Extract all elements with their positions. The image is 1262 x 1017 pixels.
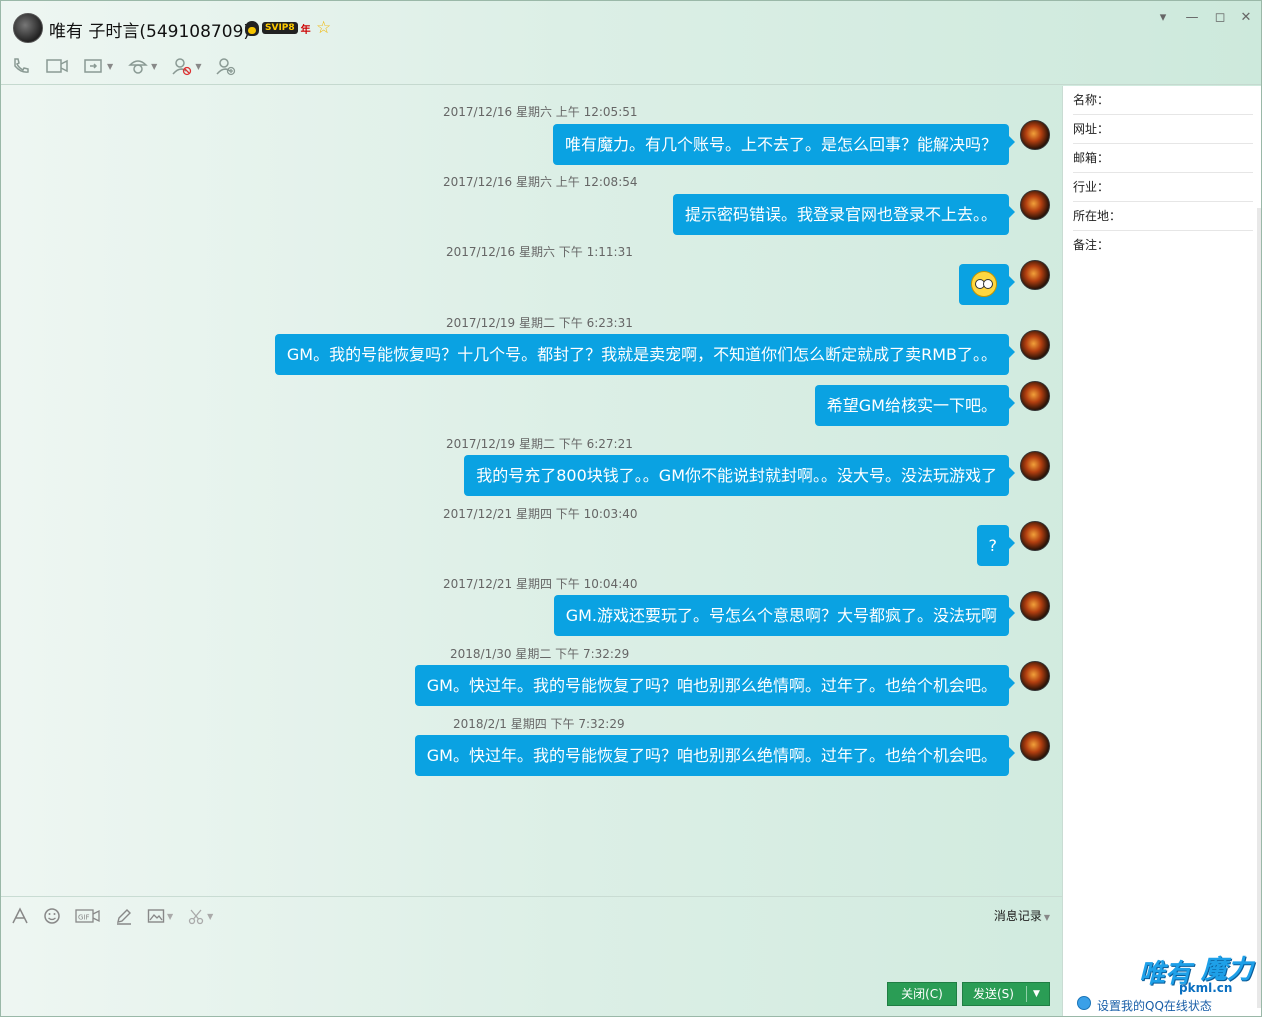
message-bubble[interactable] [959, 264, 1015, 305]
profile-field-name: 名称： [1073, 86, 1253, 115]
svg-text:GIF: GIF [78, 914, 90, 922]
message-bubble[interactable]: ? [976, 525, 1015, 566]
my-avatar[interactable] [1020, 190, 1050, 220]
profile-field-email: 邮箱： [1073, 144, 1253, 173]
message-bubble[interactable]: GM。快过年。我的号能恢复了吗？咱也别那么绝情啊。过年了。也给个机会吧。 [414, 735, 1016, 776]
message-input-area[interactable]: GIF ▼ ▼ 消息记录 ▼ 关闭(C) 发送(S) ▼ [1, 896, 1062, 1016]
logo-url: pkml.cn [1179, 981, 1233, 995]
star-icon[interactable]: ☆ [316, 18, 331, 38]
status-icon [1077, 996, 1091, 1010]
online-status-link[interactable]: 设置我的QQ在线状态 [1097, 997, 1212, 1014]
my-avatar[interactable] [1020, 330, 1050, 360]
message-timestamp: 2017/12/16 星期六 上午 12:05:51 [443, 105, 638, 119]
message-bubble[interactable]: GM.游戏还要玩了。号怎么个意思啊？大号都疯了。没法玩啊 [553, 595, 1016, 636]
message-timestamp: 2017/12/19 星期二 下午 6:27:21 [446, 437, 633, 451]
message-timestamp: 2017/12/21 星期四 下午 10:03:40 [443, 507, 638, 521]
watermark-logo: 唯有 魔力 pkml.cn [1139, 941, 1261, 1001]
title-bar: 唯有 子时言(549108709) SVIP8 年 ☆ ▾ — ◻ ✕ ▼ ▼ [1, 1, 1261, 85]
close-button[interactable]: 关闭(C) [887, 982, 957, 1006]
message-history-label: 消息记录 [993, 909, 1042, 923]
message-row [850, 260, 1050, 306]
input-toolbar: GIF ▼ ▼ [11, 905, 227, 927]
emoji-icon[interactable] [43, 907, 61, 925]
divider [1026, 986, 1027, 1002]
share-screen-icon[interactable]: ▼ [83, 55, 113, 77]
my-avatar[interactable] [1020, 521, 1050, 551]
video-icon[interactable] [45, 55, 69, 77]
message-row: GM。快过年。我的号能恢复了吗？咱也别那么绝情啊。过年了。也给个机会吧。 [350, 661, 1050, 707]
send-options-icon[interactable]: ▼ [1033, 983, 1040, 1005]
screenshot-icon[interactable]: ▼ [187, 907, 213, 925]
profile-field-industry: 行业： [1073, 173, 1253, 202]
message-timestamp: 2018/2/1 星期四 下午 7:32:29 [453, 717, 625, 731]
contact-name[interactable]: 唯有 子时言(549108709) [49, 17, 250, 42]
profile-field-website: 网址： [1073, 115, 1253, 144]
penguin-icon [245, 20, 259, 36]
message-timestamp: 2017/12/16 星期六 上午 12:08:54 [443, 175, 638, 189]
my-avatar[interactable] [1020, 120, 1050, 150]
my-avatar[interactable] [1020, 731, 1050, 761]
gif-icon[interactable]: GIF [75, 907, 101, 925]
message-bubble[interactable]: GM。我的号能恢复吗？十几个号。都封了？我就是卖宠啊，不知道你们怎么断定就成了卖… [274, 334, 1016, 375]
vip-badge[interactable]: SVIP8 年 [245, 20, 311, 36]
message-bubble[interactable]: 希望GM给核实一下吧。 [814, 385, 1016, 426]
message-timestamp: 2018/1/30 星期二 下午 7:32:29 [450, 647, 630, 661]
remote-assist-icon[interactable]: ▼ [127, 55, 157, 77]
my-avatar[interactable] [1020, 381, 1050, 411]
profile-field-notes: 备注： [1073, 238, 1110, 252]
message-timestamp: 2017/12/16 星期六 下午 1:11:31 [446, 245, 633, 259]
message-row: 希望GM给核实一下吧。 [650, 381, 1050, 427]
message-bubble[interactable]: 唯有魔力。有几个账号。上不去了。是怎么回事？能解决吗？ [552, 124, 1016, 165]
phone-icon[interactable] [11, 55, 31, 77]
message-row: GM.游戏还要玩了。号怎么个意思啊？大号都疯了。没法玩啊 [450, 591, 1050, 637]
chat-window: 唯有 子时言(549108709) SVIP8 年 ☆ ▾ — ◻ ✕ ▼ ▼ [0, 0, 1262, 1017]
message-row: GM。快过年。我的号能恢复了吗？咱也别那么绝情啊。过年了。也给个机会吧。 [350, 731, 1050, 777]
chat-toolbar: ▼ ▼ ▼ [11, 55, 251, 77]
send-button[interactable]: 发送(S) ▼ [962, 982, 1050, 1006]
message-list[interactable]: 2017/12/16 星期六 上午 12:05:51 唯有魔力。有几个账号。上不… [1, 86, 1062, 896]
message-bubble[interactable]: 提示密码错误。我登录官网也登录不上去。。 [672, 194, 1016, 235]
chevron-down-icon: ▼ [1043, 913, 1050, 922]
add-friend-icon[interactable] [215, 55, 237, 77]
my-avatar[interactable] [1020, 451, 1050, 481]
my-avatar[interactable] [1020, 260, 1050, 290]
close-icon[interactable]: ✕ [1237, 9, 1255, 27]
my-avatar[interactable] [1020, 661, 1050, 691]
message-timestamp: 2017/12/19 星期二 下午 6:23:31 [446, 316, 633, 330]
image-icon[interactable]: ▼ [147, 907, 173, 925]
shocked-face-emoji-icon [971, 271, 997, 297]
vip-level-label: SVIP8 [262, 22, 298, 34]
message-bubble[interactable]: 我的号充了800块钱了。。GM你不能说封就封啊。。没大号。没法玩游戏了 [464, 455, 1015, 496]
font-icon[interactable] [11, 907, 29, 925]
my-avatar[interactable] [1020, 591, 1050, 621]
message-row: GM。我的号能恢复吗？十几个号。都封了？我就是卖宠啊，不知道你们怎么断定就成了卖… [260, 330, 1050, 376]
maximize-icon[interactable]: ◻ [1211, 9, 1229, 27]
profile-panel: 名称： 网址： 邮箱： 行业： 所在地： 备注： 唯有 魔力 pkml.cn 设… [1062, 86, 1261, 1016]
block-user-icon[interactable]: ▼ [171, 55, 201, 77]
message-history-link[interactable]: 消息记录 ▼ [994, 907, 1050, 924]
profile-field-location: 所在地： [1073, 202, 1253, 231]
send-label: 发送(S) [973, 987, 1014, 1001]
chevron-down-icon[interactable]: ▾ [1154, 9, 1172, 27]
contact-avatar[interactable] [13, 13, 43, 43]
message-row: 我的号充了800块钱了。。GM你不能说封就封啊。。没大号。没法玩游戏了 [350, 451, 1050, 497]
message-bubble[interactable]: GM。快过年。我的号能恢复了吗？咱也别那么绝情啊。过年了。也给个机会吧。 [414, 665, 1016, 706]
handwriting-icon[interactable] [115, 907, 133, 925]
vip-year-label: 年 [300, 24, 311, 36]
message-row: 提示密码错误。我登录官网也登录不上去。。 [450, 190, 1050, 236]
minimize-icon[interactable]: — [1183, 9, 1201, 27]
message-row: ? [850, 521, 1050, 567]
message-row: 唯有魔力。有几个账号。上不去了。是怎么回事？能解决吗？ [450, 120, 1050, 166]
scrollbar[interactable] [1257, 208, 1261, 1008]
message-timestamp: 2017/12/21 星期四 下午 10:04:40 [443, 577, 638, 591]
